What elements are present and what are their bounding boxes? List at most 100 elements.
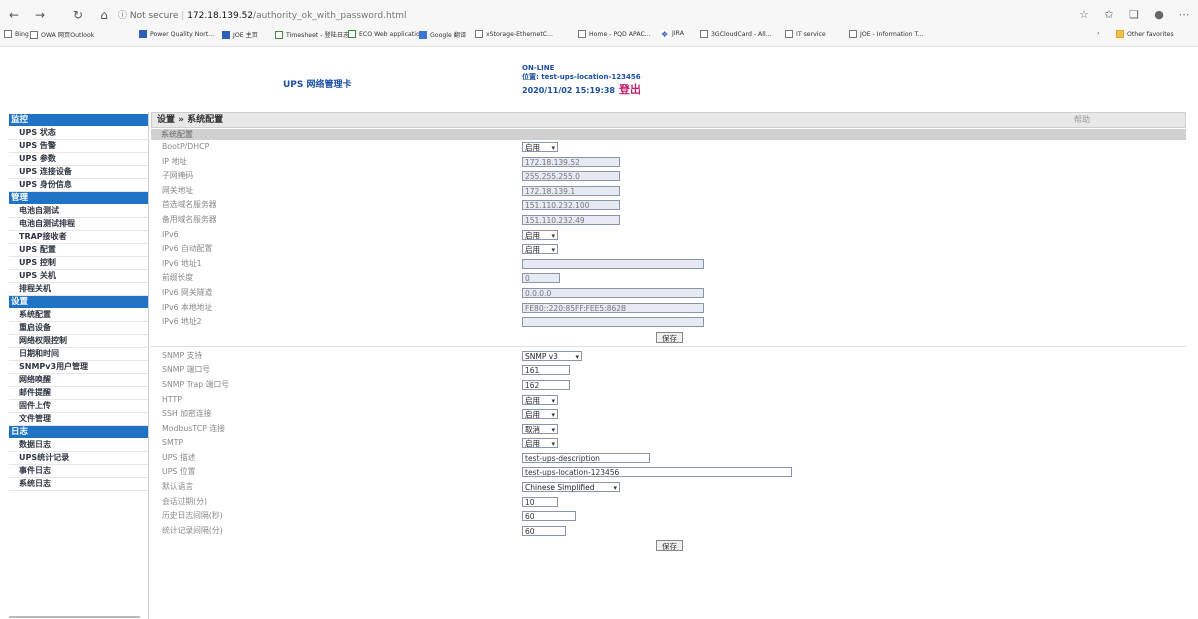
sidebar-item[interactable]: UPS 配置 — [9, 244, 149, 257]
form-select[interactable]: 启用 — [522, 244, 558, 255]
page-icon — [700, 30, 708, 38]
sidebar-item[interactable]: 重启设备 — [9, 322, 149, 335]
favorite-item[interactable]: JOE 主页 — [222, 30, 258, 39]
sidebar-item[interactable]: 电池自测试 — [9, 205, 149, 218]
favorite-label: JOE - Information T... — [860, 31, 924, 38]
form-input[interactable]: 60 — [522, 511, 576, 522]
form-label: BootP/DHCP — [162, 142, 210, 151]
form-input[interactable]: 161 — [522, 365, 570, 376]
more-icon[interactable]: ⋯ — [1176, 8, 1192, 21]
form-select[interactable]: 取消 — [522, 423, 558, 435]
favorite-item[interactable]: 3GCloudCard - All... — [700, 30, 772, 38]
sidebar-item[interactable]: UPS统计记录 — [9, 452, 149, 465]
chevron-right-icon[interactable]: › — [1097, 30, 1099, 37]
sidebar-item[interactable]: 系统日志 — [9, 478, 149, 491]
form-input[interactable] — [522, 258, 704, 269]
sidebar-item[interactable]: 网络权限控制 — [9, 335, 149, 348]
form-label: ModbusTCP 连接 — [162, 423, 225, 433]
form-input[interactable]: 255.255.255.0 — [522, 171, 620, 182]
form-row: IP 地址 172.18.139.52 — [151, 155, 1186, 170]
sidebar-item[interactable]: 数据日志 — [9, 439, 149, 452]
sidebar-item[interactable]: 网络唤醒 — [9, 374, 149, 387]
page-icon — [475, 30, 483, 38]
sidebar-item[interactable]: 文件管理 — [9, 413, 149, 426]
google-icon — [419, 31, 427, 39]
sidebar-item[interactable]: UPS 连接设备 — [9, 166, 149, 179]
form-input[interactable]: 10 — [522, 496, 558, 507]
sidebar-item[interactable]: UPS 控制 — [9, 257, 149, 270]
form-label: IPv6 地址1 — [162, 258, 202, 268]
form-input[interactable]: test-ups-description — [522, 452, 650, 463]
sidebar-item[interactable]: 日期和时间 — [9, 348, 149, 361]
favorite-item[interactable]: ECO Web application — [348, 30, 424, 38]
form-select[interactable]: SNMP v3 — [522, 350, 582, 362]
back-arrow-icon[interactable]: ← — [6, 7, 22, 23]
form-label: IPv6 网关隧道 — [162, 287, 213, 297]
form-input[interactable]: 172.18.139.1 — [522, 185, 620, 196]
address-bar[interactable]: ⓘ Not secure | 172.18.139.52/authority_o… — [118, 8, 407, 21]
other-favorites[interactable]: Other favorites — [1116, 30, 1174, 38]
help-link[interactable]: 帮助 — [1074, 113, 1090, 127]
collections-icon[interactable]: ❏ — [1126, 8, 1142, 21]
sidebar-scrollbar[interactable] — [9, 616, 140, 618]
favorite-item[interactable]: xStorage-EthernetC... — [475, 30, 553, 38]
sidebar-item[interactable]: UPS 参数 — [9, 153, 149, 166]
form-input[interactable]: 162 — [522, 379, 570, 390]
logout-link[interactable]: 登出 — [619, 83, 641, 96]
location-text: 位置: test-ups-location-123456 — [522, 73, 641, 81]
sidebar-item[interactable]: 固件上传 — [9, 400, 149, 413]
favorites-icon[interactable]: ✩ — [1101, 8, 1117, 21]
form-input[interactable]: 0.0.0.0 — [522, 287, 704, 298]
form-select[interactable]: 启用 — [522, 438, 558, 449]
sidebar-item[interactable]: TRAP接收者 — [9, 231, 149, 244]
sidebar-item[interactable]: SNMPv3用户管理 — [9, 361, 149, 374]
form-label: 会话过期(分) — [162, 496, 208, 506]
profile-icon[interactable]: ● — [1151, 8, 1167, 21]
form-select[interactable]: 启用 — [522, 229, 558, 241]
ups-status-box: ON-LINE 位置: test-ups-location-123456 202… — [522, 64, 641, 95]
sidebar-item[interactable]: UPS 告警 — [9, 140, 149, 153]
form-label: SNMP 支持 — [162, 350, 203, 360]
sidebar-item[interactable]: UPS 状态 — [9, 127, 149, 140]
favorite-item[interactable]: Bing — [4, 30, 29, 38]
form-input[interactable]: 172.18.139.52 — [522, 156, 620, 167]
save-service-button[interactable]: 保存 — [656, 540, 683, 552]
page-icon — [578, 30, 586, 38]
form-select[interactable]: 启用 — [522, 142, 558, 153]
sidebar-item[interactable]: 电池自测试排程 — [9, 218, 149, 231]
favorite-item[interactable]: IT service — [785, 30, 826, 38]
favorite-item[interactable]: Power Quality Nort... — [139, 30, 214, 38]
save-network-button[interactable]: 保存 — [656, 331, 683, 343]
form-input[interactable]: test-ups-location-123456 — [522, 467, 792, 478]
star-icon[interactable]: ☆ — [1076, 8, 1092, 21]
browser-chrome: ← → ↻ ⌂ ⓘ Not secure | 172.18.139.52/aut… — [0, 0, 1198, 47]
favorite-item[interactable]: JOE - Information T... — [849, 30, 924, 38]
favorite-item[interactable]: ❖ JIRA — [661, 30, 684, 39]
favorite-item[interactable]: OWA 网页Outlook — [30, 30, 94, 39]
sidebar-item[interactable]: 事件日志 — [9, 465, 149, 478]
form-row: SSH 加密连接 启用 — [151, 407, 1186, 422]
sidebar-item[interactable]: UPS 身份信息 — [9, 179, 149, 192]
sidebar-item[interactable]: UPS 关机 — [9, 270, 149, 283]
sidebar-item[interactable]: 系统配置 — [9, 309, 149, 322]
form-input[interactable] — [522, 317, 704, 328]
sidebar-item[interactable]: 排程关机 — [9, 283, 149, 296]
favorite-item[interactable]: Google 翻译 — [419, 30, 466, 39]
form-select[interactable]: Chinese Simplified — [522, 482, 620, 493]
form-select[interactable]: 启用 — [522, 394, 558, 406]
favorite-item[interactable]: Timesheet - 登陆日志 — [275, 30, 349, 39]
sidebar-item[interactable]: 邮件提醒 — [9, 387, 149, 400]
form-label: IPv6 地址2 — [162, 317, 202, 327]
form-label: 前缀长度 — [162, 273, 194, 283]
favorite-item[interactable]: Home - PQD APAC... — [578, 30, 651, 38]
form-row: IPv6 启用 — [151, 228, 1186, 243]
form-input[interactable]: 151.110.232.49 — [522, 214, 620, 225]
form-input[interactable]: FE80::220:85FF:FEE5:862B — [522, 302, 704, 313]
home-icon[interactable]: ⌂ — [96, 7, 112, 23]
form-input[interactable]: 0 — [522, 273, 560, 284]
form-input[interactable]: 151.110.232.100 — [522, 200, 620, 211]
refresh-icon[interactable]: ↻ — [70, 7, 86, 23]
forward-arrow-icon[interactable]: → — [32, 7, 48, 23]
form-input[interactable]: 60 — [522, 525, 566, 536]
form-select[interactable]: 启用 — [522, 409, 558, 420]
